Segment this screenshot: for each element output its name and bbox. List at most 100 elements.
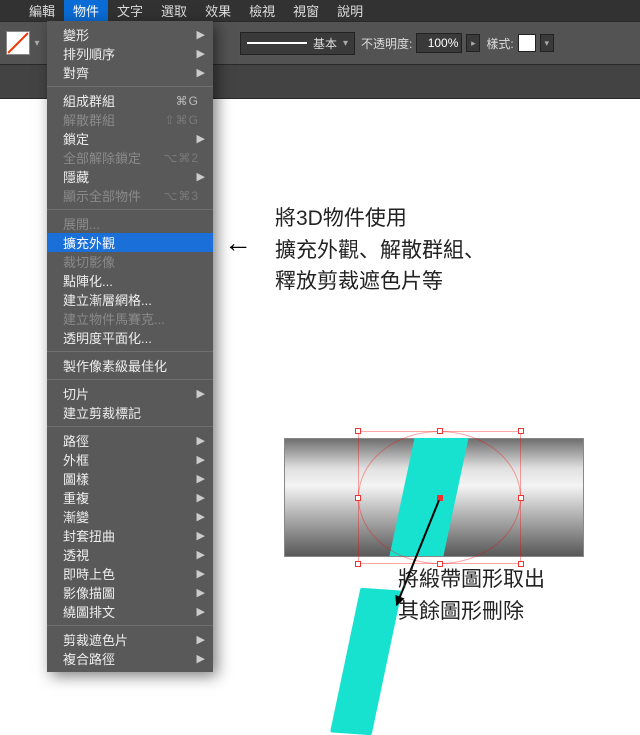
menu-separator — [47, 625, 213, 626]
stroke-profile[interactable]: 基本 ▾ — [240, 32, 355, 55]
submenu-arrow-icon: ▶ — [197, 586, 205, 599]
menu-item[interactable]: 透視▶ — [47, 545, 213, 564]
opacity-input[interactable] — [416, 33, 462, 53]
menubar: 編輯 物件 文字 選取 效果 檢視 視窗 說明 — [0, 0, 640, 21]
menu-select[interactable]: 選取 — [152, 0, 196, 21]
submenu-arrow-icon: ▶ — [197, 434, 205, 447]
submenu-arrow-icon: ▶ — [197, 510, 205, 523]
menu-item[interactable]: 重複▶ — [47, 488, 213, 507]
annotation-line: 將3D物件使用 — [275, 203, 485, 235]
submenu-arrow-icon: ▶ — [197, 66, 205, 79]
menu-separator — [47, 379, 213, 380]
opacity-control: 不透明度: ▸ — [361, 33, 480, 53]
swatch-dropdown-icon[interactable]: ▾ — [30, 31, 44, 55]
opacity-label: 不透明度: — [361, 35, 412, 52]
annotation-line: 其餘圖形刪除 — [398, 596, 545, 628]
menu-item[interactable]: 製作像素級最佳化 — [47, 356, 213, 375]
submenu-arrow-icon: ▶ — [197, 132, 205, 145]
submenu-arrow-icon: ▶ — [197, 453, 205, 466]
shortcut-label: ⌘G — [176, 94, 199, 108]
submenu-arrow-icon: ▶ — [197, 529, 205, 542]
menu-window[interactable]: 視窗 — [284, 0, 328, 21]
menu-separator — [47, 86, 213, 87]
annotation-line: 將緞帶圖形取出 — [398, 564, 545, 596]
annotation-line: 釋放剪裁遮色片等 — [275, 266, 485, 298]
menu-help[interactable]: 說明 — [328, 0, 372, 21]
annotation-line: 擴充外觀、解散群組、 — [275, 235, 485, 267]
menu-item: 解散群組⇧⌘G — [47, 110, 213, 129]
menu-view[interactable]: 檢視 — [240, 0, 284, 21]
handle[interactable] — [355, 428, 361, 434]
style-swatch[interactable] — [518, 34, 536, 52]
menu-separator — [47, 209, 213, 210]
opacity-stepper[interactable]: ▸ — [466, 34, 480, 52]
menu-separator — [47, 351, 213, 352]
submenu-arrow-icon: ▶ — [197, 652, 205, 665]
style-label: 樣式: — [486, 35, 513, 52]
selection-bbox[interactable] — [358, 431, 521, 564]
stroke-line-icon — [247, 42, 307, 44]
menu-item[interactable]: 排列順序▶ — [47, 44, 213, 63]
annotation-top: 將3D物件使用 擴充外觀、解散群組、 釋放剪裁遮色片等 — [275, 203, 485, 298]
menu-effect[interactable]: 效果 — [196, 0, 240, 21]
menu-item: 顯示全部物件⌥⌘3 — [47, 186, 213, 205]
menu-item: 建立物件馬賽克... — [47, 309, 213, 328]
submenu-arrow-icon: ▶ — [197, 472, 205, 485]
menu-item[interactable]: 路徑▶ — [47, 431, 213, 450]
handle[interactable] — [355, 561, 361, 567]
handle[interactable] — [437, 428, 443, 434]
menu-item[interactable]: 剪裁遮色片▶ — [47, 630, 213, 649]
menu-item[interactable]: 變形▶ — [47, 25, 213, 44]
menu-item[interactable]: 組成群組⌘G — [47, 91, 213, 110]
handle[interactable] — [518, 428, 524, 434]
object-menu-dropdown: 變形▶排列順序▶對齊▶ 組成群組⌘G解散群組⇧⌘G鎖定▶全部解除鎖定⌥⌘2隱藏▶顯… — [47, 21, 213, 672]
menu-item[interactable]: 封套扭曲▶ — [47, 526, 213, 545]
annotation-bottom: 將緞帶圖形取出 其餘圖形刪除 — [398, 564, 545, 627]
submenu-arrow-icon: ▶ — [197, 28, 205, 41]
menu-item[interactable]: 擴充外觀 — [47, 233, 213, 252]
menu-item[interactable]: 隱藏▶ — [47, 167, 213, 186]
menu-item[interactable]: 複合路徑▶ — [47, 649, 213, 668]
menu-separator — [47, 426, 213, 427]
menu-item[interactable]: 鎖定▶ — [47, 129, 213, 148]
menu-item[interactable]: 即時上色▶ — [47, 564, 213, 583]
submenu-arrow-icon: ▶ — [197, 567, 205, 580]
arrow-left-icon: ← — [224, 227, 252, 259]
menu-item: 展開... — [47, 214, 213, 233]
menu-item[interactable]: 切片▶ — [47, 384, 213, 403]
submenu-arrow-icon: ▶ — [197, 633, 205, 646]
menu-item[interactable]: 圖樣▶ — [47, 469, 213, 488]
stroke-label: 基本 — [313, 35, 337, 52]
menu-item[interactable]: 建立漸層網格... — [47, 290, 213, 309]
menu-item[interactable]: 繞圖排文▶ — [47, 602, 213, 621]
shortcut-label: ⇧⌘G — [165, 113, 199, 127]
style-dropdown[interactable]: ▾ — [540, 34, 554, 52]
ribbon-shape-bottom[interactable] — [330, 588, 402, 735]
apple-menu[interactable] — [0, 0, 20, 21]
menu-item[interactable]: 透明度平面化... — [47, 328, 213, 347]
submenu-arrow-icon: ▶ — [197, 548, 205, 561]
menu-item[interactable]: 外框▶ — [47, 450, 213, 469]
submenu-arrow-icon: ▶ — [197, 605, 205, 618]
menu-item[interactable]: 漸變▶ — [47, 507, 213, 526]
shortcut-label: ⌥⌘3 — [163, 189, 199, 203]
handle[interactable] — [518, 495, 524, 501]
menu-item[interactable]: 影像描圖▶ — [47, 583, 213, 602]
shortcut-label: ⌥⌘2 — [163, 151, 199, 165]
submenu-arrow-icon: ▶ — [197, 491, 205, 504]
menu-item[interactable]: 對齊▶ — [47, 63, 213, 82]
submenu-arrow-icon: ▶ — [197, 387, 205, 400]
menu-item: 裁切影像 — [47, 252, 213, 271]
submenu-arrow-icon: ▶ — [197, 47, 205, 60]
menu-object[interactable]: 物件 — [64, 0, 108, 21]
menu-text[interactable]: 文字 — [108, 0, 152, 21]
menu-item: 全部解除鎖定⌥⌘2 — [47, 148, 213, 167]
submenu-arrow-icon: ▶ — [197, 170, 205, 183]
menu-item[interactable]: 建立剪裁標記 — [47, 403, 213, 422]
menu-edit[interactable]: 編輯 — [20, 0, 64, 21]
stroke-controls: 基本 ▾ 不透明度: ▸ 樣式: ▾ — [240, 21, 554, 65]
handle[interactable] — [355, 495, 361, 501]
chevron-down-icon: ▾ — [343, 38, 348, 49]
menu-item[interactable]: 點陣化... — [47, 271, 213, 290]
no-selection-swatch[interactable] — [6, 31, 30, 55]
